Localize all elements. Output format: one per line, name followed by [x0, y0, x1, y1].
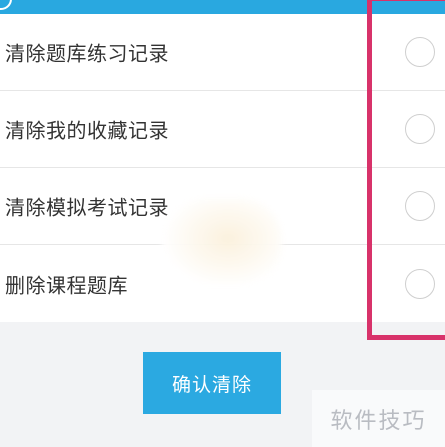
option-row-clear-favorites[interactable]: 清除我的收藏记录 [0, 91, 445, 168]
option-label: 清除我的收藏记录 [5, 118, 169, 143]
top-bar [0, 0, 445, 14]
option-row-clear-practice[interactable]: 清除题库练习记录 [0, 14, 445, 91]
radio-button[interactable] [405, 268, 435, 299]
option-label: 删除课程题库 [5, 273, 128, 297]
radio-button[interactable] [405, 114, 435, 144]
blurred-overlay [162, 198, 282, 288]
back-icon[interactable] [0, 0, 12, 10]
option-label: 清除模拟考试记录 [5, 195, 169, 220]
radio-button[interactable] [405, 191, 435, 221]
confirm-clear-button[interactable]: 确认清除 [143, 352, 281, 414]
radio-button[interactable] [405, 37, 435, 67]
option-label: 清除题库练习记录 [5, 41, 169, 66]
watermark: 软件技巧 [312, 390, 445, 447]
